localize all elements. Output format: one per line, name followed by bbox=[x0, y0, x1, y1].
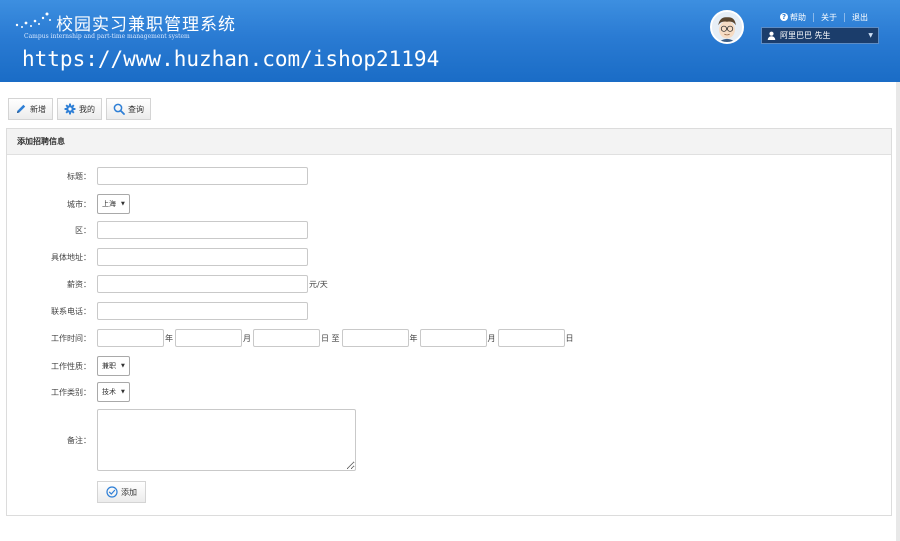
nature-row: 工作性质： 兼职 ▼ bbox=[7, 356, 130, 376]
worktime-row: 工作时间： 年 月 日 至 年 月 日 bbox=[7, 329, 576, 347]
mine-button[interactable]: 我的 bbox=[57, 98, 102, 120]
nature-select-value: 兼职 bbox=[102, 362, 116, 370]
avatar-icon bbox=[712, 12, 742, 42]
address-row: 具体地址： bbox=[7, 248, 308, 266]
city-row: 城市： 上海 ▼ bbox=[7, 194, 130, 214]
salary-input[interactable] bbox=[97, 275, 308, 293]
submit-button-label: 添加 bbox=[121, 487, 137, 497]
address-label: 具体地址： bbox=[51, 252, 91, 262]
city-label: 城市： bbox=[67, 199, 91, 209]
app-title: 校园实习兼职管理系统 bbox=[56, 15, 236, 35]
start-month-unit: 月 bbox=[243, 333, 251, 343]
help-link-label: 帮助 bbox=[790, 12, 806, 22]
link-divider bbox=[813, 12, 814, 22]
end-year-unit: 年 bbox=[409, 333, 418, 343]
submit-button[interactable]: 添加 bbox=[97, 481, 146, 503]
about-link[interactable]: 关于 bbox=[821, 12, 837, 23]
logout-link[interactable]: 退出 bbox=[852, 12, 868, 23]
title-label: 标题： bbox=[67, 171, 91, 181]
nature-label: 工作性质： bbox=[51, 361, 91, 371]
start-day-to-unit: 日 至 bbox=[321, 333, 340, 343]
chevron-down-icon: ▼ bbox=[121, 363, 125, 369]
district-row: 区： bbox=[7, 221, 308, 239]
chevron-down-icon: ▼ bbox=[121, 201, 125, 207]
title-row: 标题： bbox=[7, 167, 308, 185]
salary-row: 薪资： 元/天 bbox=[7, 275, 330, 293]
district-input[interactable] bbox=[97, 221, 308, 239]
start-year-unit: 年 bbox=[165, 333, 173, 343]
user-icon bbox=[767, 31, 776, 40]
phone-label: 联系电话： bbox=[51, 306, 91, 316]
remark-textarea[interactable] bbox=[97, 409, 356, 471]
pencil-icon bbox=[17, 104, 26, 113]
search-button-label: 查询 bbox=[128, 104, 144, 114]
phone-input[interactable] bbox=[97, 302, 308, 320]
add-recruitment-panel: 添加招聘信息 标题： 城市： 上海 ▼ 区： 具体地址： 薪资： 元/天 联系电… bbox=[6, 128, 892, 516]
title-input[interactable] bbox=[97, 167, 308, 185]
watermark-text: https://www.huzhan.com/ishop21194 bbox=[22, 47, 440, 71]
category-label: 工作类别： bbox=[51, 387, 91, 397]
city-select-value: 上海 bbox=[102, 200, 116, 208]
scrollbar[interactable] bbox=[896, 82, 900, 541]
salary-unit: 元/天 bbox=[309, 279, 328, 289]
category-select-value: 技术 bbox=[102, 388, 116, 396]
add-button[interactable]: 新增 bbox=[8, 98, 53, 120]
search-icon bbox=[113, 103, 125, 115]
avatar[interactable] bbox=[710, 10, 744, 44]
chevron-down-icon: ▼ bbox=[121, 389, 125, 395]
start-day-input[interactable] bbox=[253, 329, 320, 347]
start-month-input[interactable] bbox=[175, 329, 242, 347]
stars-logo-icon bbox=[15, 12, 51, 28]
user-menu[interactable]: 阿里巴巴 先生 ▼ bbox=[761, 27, 879, 44]
category-row: 工作类别： 技术 ▼ bbox=[7, 382, 130, 402]
end-month-unit: 月 bbox=[487, 333, 496, 343]
phone-row: 联系电话： bbox=[7, 302, 308, 320]
chevron-down-icon: ▼ bbox=[868, 32, 873, 39]
start-year-input[interactable] bbox=[97, 329, 164, 347]
link-divider bbox=[844, 12, 845, 22]
toolbar: 新增 我的 查询 bbox=[8, 98, 155, 120]
end-year-input[interactable] bbox=[341, 329, 409, 347]
nature-select[interactable]: 兼职 ▼ bbox=[97, 356, 130, 376]
app-subtitle: Campus internship and part-time manageme… bbox=[24, 33, 190, 40]
worktime-label: 工作时间： bbox=[51, 333, 91, 343]
mine-button-label: 我的 bbox=[79, 104, 95, 114]
app-header: 校园实习兼职管理系统 Campus internship and part-ti… bbox=[0, 0, 900, 82]
gear-icon bbox=[64, 103, 76, 115]
address-input[interactable] bbox=[97, 248, 308, 266]
submit-row: 添加 bbox=[7, 481, 146, 503]
remark-label: 备注： bbox=[67, 435, 91, 445]
check-circle-icon bbox=[106, 486, 118, 498]
panel-title: 添加招聘信息 bbox=[7, 129, 891, 155]
end-day-input[interactable] bbox=[497, 329, 565, 347]
end-day-unit: 日 bbox=[565, 333, 574, 343]
help-icon: ? bbox=[780, 13, 788, 21]
top-links: ? 帮助 关于 退出 bbox=[780, 11, 890, 23]
help-link[interactable]: ? 帮助 bbox=[780, 12, 806, 23]
remark-row: 备注： bbox=[7, 409, 356, 471]
salary-label: 薪资： bbox=[67, 279, 91, 289]
district-label: 区： bbox=[75, 225, 91, 235]
end-month-input[interactable] bbox=[419, 329, 487, 347]
add-button-label: 新增 bbox=[30, 104, 46, 114]
city-select[interactable]: 上海 ▼ bbox=[97, 194, 130, 214]
search-button[interactable]: 查询 bbox=[106, 98, 151, 120]
user-name: 阿里巴巴 先生 bbox=[780, 31, 831, 40]
category-select[interactable]: 技术 ▼ bbox=[97, 382, 130, 402]
